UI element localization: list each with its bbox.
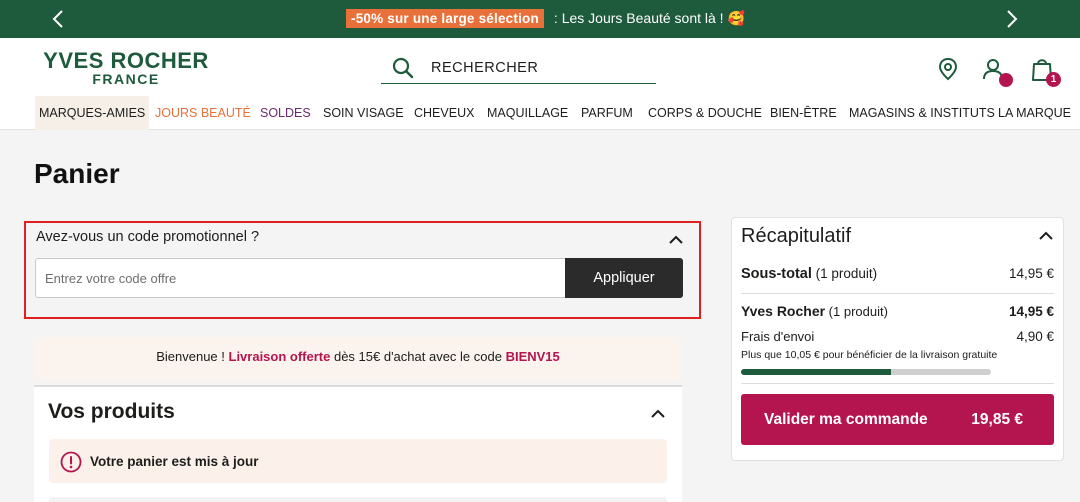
nav-item-jours-beaute[interactable]: JOURS BEAUTÉ (155, 96, 251, 130)
product-item-placeholder (49, 497, 667, 502)
chevron-up-icon[interactable] (1036, 225, 1056, 245)
promo-text: : Les Jours Beauté sont là ! 🥰 (553, 9, 745, 26)
free-shipping-progress (741, 369, 991, 375)
welcome-middle: dès 15€ d'achat avec le code (330, 349, 506, 364)
nav-item-magasins-instituts[interactable]: MAGASINS & INSTITUTS (849, 96, 995, 130)
logo[interactable]: YVES ROCHER FRANCE (38, 50, 214, 87)
store-locator-icon[interactable] (934, 54, 962, 84)
promo-code-section: Avez-vous un code promotionnel ? Appliqu… (24, 221, 701, 319)
nav-item-maquillage[interactable]: MAQUILLAGE (487, 96, 568, 130)
cart-count-badge: 1 (1046, 72, 1061, 87)
divider (741, 383, 1054, 384)
shipping-label: Frais d'envoi (741, 329, 815, 344)
brand-row: Yves Rocher (1 produit) 14,95 € (741, 303, 1054, 319)
subtotal-label: Sous-total (741, 266, 812, 282)
subtotal-count: (1 produit) (811, 266, 878, 281)
alert-text: Votre panier est mis à jour (90, 454, 259, 469)
nav-item-soldes[interactable]: SOLDES (260, 96, 311, 130)
progress-fill (741, 369, 891, 375)
nav-item-corps-douche[interactable]: CORPS & DOUCHE (648, 96, 762, 130)
page-title: Panier (34, 158, 120, 189)
welcome-prefix: Bienvenue ! (156, 349, 229, 364)
checkout-button[interactable]: Valider ma commande 19,85 € (741, 394, 1054, 445)
chevron-left-icon[interactable] (48, 9, 68, 29)
checkout-label: Valider ma commande (764, 410, 928, 428)
nav-item-la-marque[interactable]: LA MARQUE (998, 96, 1071, 130)
logo-main-text: YVES ROCHER (43, 48, 209, 73)
search-icon[interactable] (391, 56, 415, 80)
search-bar[interactable]: RECHERCHER (381, 52, 656, 84)
promo-code-question[interactable]: Avez-vous un code promotionnel ? (36, 229, 259, 245)
welcome-code: BIENV15 (505, 349, 560, 364)
alert-info-icon (60, 451, 82, 473)
products-section: Vos produits Votre panier est mis à jour (34, 387, 682, 502)
nav-item-bien-etre[interactable]: BIEN-ÊTRE (770, 96, 837, 130)
welcome-highlight: Livraison offerte (228, 349, 331, 364)
brand-label: Yves Rocher (741, 303, 826, 319)
logo-sub-text: FRANCE (92, 71, 160, 87)
products-title: Vos produits (48, 400, 175, 423)
main-nav: MARQUES-AMIES JOURS BEAUTÉ SOLDES SOIN V… (0, 96, 1080, 130)
order-summary: Récapitulatif Sous-total (1 produit) 14,… (731, 217, 1064, 461)
cart-updated-alert: Votre panier est mis à jour (49, 439, 667, 483)
chevron-right-icon[interactable] (1002, 9, 1022, 29)
welcome-banner: Bienvenue ! Livraison offerte dès 15€ d'… (34, 337, 682, 381)
promo-badge: -50% sur une large sélection (346, 8, 544, 28)
shipping-value: 4,90 € (1016, 329, 1054, 344)
brand-value: 14,95 € (1008, 304, 1054, 319)
chevron-up-icon[interactable] (648, 403, 668, 423)
nav-item-soin-visage[interactable]: SOIN VISAGE (323, 96, 404, 130)
site-header: YVES ROCHER FRANCE RECHERCHER 1 MARQUES-… (0, 38, 1080, 130)
account-notification-dot (999, 73, 1013, 87)
promo-message[interactable]: -50% sur une large sélection : Les Jours… (346, 7, 745, 29)
apply-promo-button[interactable]: Appliquer (565, 258, 683, 298)
subtotal-value: 14,95 € (1008, 266, 1054, 281)
nav-item-parfum[interactable]: PARFUM (581, 96, 633, 130)
promo-code-input[interactable] (35, 258, 565, 298)
nav-item-cheveux[interactable]: CHEVEUX (414, 96, 474, 130)
shipping-row: Frais d'envoi 4,90 € (741, 329, 1054, 344)
promo-banner: -50% sur une large sélection : Les Jours… (0, 0, 1080, 38)
checkout-total: 19,85 € (971, 410, 1023, 428)
free-shipping-note: Plus que 10,05 € pour bénéficier de la l… (741, 349, 998, 361)
nav-item-marques-amies[interactable]: MARQUES-AMIES (35, 96, 150, 130)
brand-count: (1 produit) (825, 304, 888, 319)
chevron-up-icon[interactable] (666, 229, 686, 249)
divider (741, 293, 1054, 294)
search-input[interactable]: RECHERCHER (431, 60, 538, 76)
summary-title: Récapitulatif (741, 225, 852, 247)
subtotal-row: Sous-total (1 produit) 14,95 € (741, 266, 1054, 282)
